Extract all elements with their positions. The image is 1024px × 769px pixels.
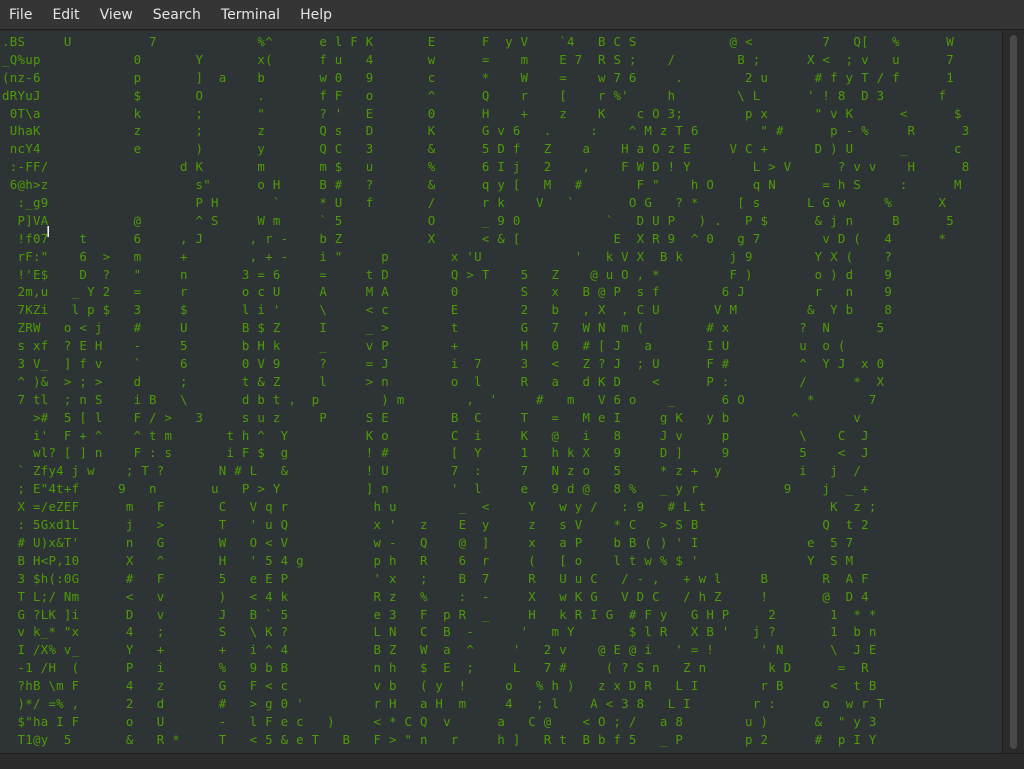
menu-view[interactable]: View <box>90 0 143 30</box>
terminal-line: 6@h>z s" o H B # ? & q y [ M # F " h O q… <box>2 177 962 193</box>
terminal-line: P]VA @ ^ S W m ` 5 O _ 9 0 ` D U P ) . P… <box>2 212 954 228</box>
terminal-line: i' F + ^ ^ t m t h ^ Y K o C i K @ i 8 J… <box>2 427 869 443</box>
terminal-text: .BS U 7 %^ e l F K E F y V `4 B C S @ < … <box>2 33 969 749</box>
terminal-line: : 5Gxd1L j > T ' u Q x ' z E y z s V * C… <box>2 517 869 533</box>
terminal-line: ncY4 e ) y Q C 3 & 5 D f Z a H a O z E V… <box>2 141 962 157</box>
terminal-line: .BS U 7 %^ e l F K E F y V `4 B C S @ < … <box>2 34 954 49</box>
terminal-line: ` Zfy4 j w ; T ? N # L & ! U 7 : 7 N z o… <box>2 463 862 479</box>
terminal-line: ^ )& > ; > d ; t & Z l > n o l R a d K D… <box>2 373 885 389</box>
terminal-line: ZRW o < j # U B $ Z I _ > t G 7 W N m ( … <box>2 320 885 336</box>
terminal-line: ># 5 [ l F / > 3 s u z P S E B C T = M e… <box>2 409 862 425</box>
terminal-line: !'E$ D ? " n 3 = 6 = t D Q > T 5 Z @ u O… <box>2 266 893 282</box>
terminal-line: 3 $h(:0G # F 5 e E P ' x ; B 7 R U u C /… <box>2 570 869 586</box>
terminal-line: # U)x&T' n G W O < V w - Q @ ] x a P b B… <box>2 534 854 550</box>
terminal-line: T1@y 5 & R * T < 5 & e T B F > " n r h ]… <box>2 731 877 747</box>
terminal-scrollbar[interactable] <box>1002 31 1024 753</box>
menu-file[interactable]: File <box>0 0 42 30</box>
terminal-line: I /X% v_ Y + + i ^ 4 B Z W a ^ ' 2 v @ E… <box>2 642 877 658</box>
terminal-line: $"ha I F o U - l F e c ) < * C Q v a C @… <box>2 713 877 729</box>
terminal-line: s xf ? E H - 5 b H k _ v P + H 0 # [ J a… <box>2 338 877 354</box>
terminal-line: -1 /H ( P i % 9 b B n h $ E ; L 7 # ( ? … <box>2 660 869 676</box>
menubar: File Edit View Search Terminal Help <box>0 0 1024 30</box>
terminal-line: !f07 t 6 , J , r - b Z X < & [ E X R 9 ^… <box>2 230 947 246</box>
terminal-line: )*/ =% , 2 d # > g 0 ' r H a H m 4 ; l A… <box>2 695 885 711</box>
terminal-line: 3 V_ ] f v ` 6 0 V 9 ? = J i 7 3 < Z ? J… <box>2 356 885 372</box>
terminal-line: 7KZi l p $ 3 $ l i ' \ < c E 2 b , X , C… <box>2 302 893 318</box>
terminal-line: :-FF/ d K m m $ u % 6 I j 2 , F W D ! Y … <box>2 159 970 175</box>
mouse-ibeam-cursor-icon: I <box>46 223 51 241</box>
terminal-line: X =/eZEF m F C V q r h u _ < Y w y / : 9… <box>2 499 877 515</box>
terminal-line: (nz-6 p ] a b w 0 9 c * W = w 7 6 . 2 u … <box>2 69 954 85</box>
scrollbar-thumb[interactable] <box>1010 35 1017 749</box>
menu-edit[interactable]: Edit <box>42 0 89 30</box>
terminal-line: ?hB \m F 4 z G F < c v b ( y ! o % h ) z… <box>2 678 877 694</box>
menu-search[interactable]: Search <box>143 0 211 30</box>
terminal-line: v k_* "x 4 ; S \ K ? L N C B - ' m Y $ l… <box>2 624 877 640</box>
terminal-line: 0T\a k ; " ? ' E 0 H + z K c O 3; p x " … <box>2 105 962 121</box>
terminal-line: dRYuJ $ O . f F o ^ Q r [ r %' h \ L ' !… <box>2 87 947 103</box>
terminal-line: ; E"4t+f 9 n u P > Y ] n ' l e 9 d @ 8 %… <box>2 481 869 497</box>
menu-terminal[interactable]: Terminal <box>211 0 290 30</box>
terminal-line: 2m,u _ Y 2 = r o c U A M A 0 S x B @ P s… <box>2 284 893 300</box>
terminal-line: T L;/ Nm < v ) < 4 k R z % : - X w K G V… <box>2 588 869 604</box>
terminal-line: rF:" 6 > m + , + - i " p x 'U ' k V X B … <box>2 248 893 264</box>
terminal-window: File Edit View Search Terminal Help .BS … <box>0 0 1024 769</box>
terminal-line: UhaK z ; z Q s D K G v 6 . : ^ M z T 6 "… <box>2 123 970 139</box>
terminal-line: _Q%up 0 Y x( f u 4 w = m E 7 R S ; / B ;… <box>2 51 954 67</box>
terminal-output-area[interactable]: .BS U 7 %^ e l F K E F y V `4 B C S @ < … <box>0 31 1002 753</box>
terminal-line: G ?LK ]i D v J B ` 5 e 3 F p R _ H k R I… <box>2 606 877 622</box>
menu-help[interactable]: Help <box>290 0 342 30</box>
window-bottom-edge <box>0 753 1024 769</box>
terminal-line: :_g9 P H ` * U f / r k V ` O G ? * [ s L… <box>2 195 947 211</box>
terminal-line: 7 tl ; n S i B \ d b t , p ) m , ' # m V… <box>2 391 877 407</box>
terminal-line: wl? [ ] n F : s i F $ g ! # [ Y 1 h k X … <box>2 445 869 461</box>
terminal-line: B H<P,10 X ^ H ' 5 4 g p h R 6 r ( [ o l… <box>2 552 854 568</box>
